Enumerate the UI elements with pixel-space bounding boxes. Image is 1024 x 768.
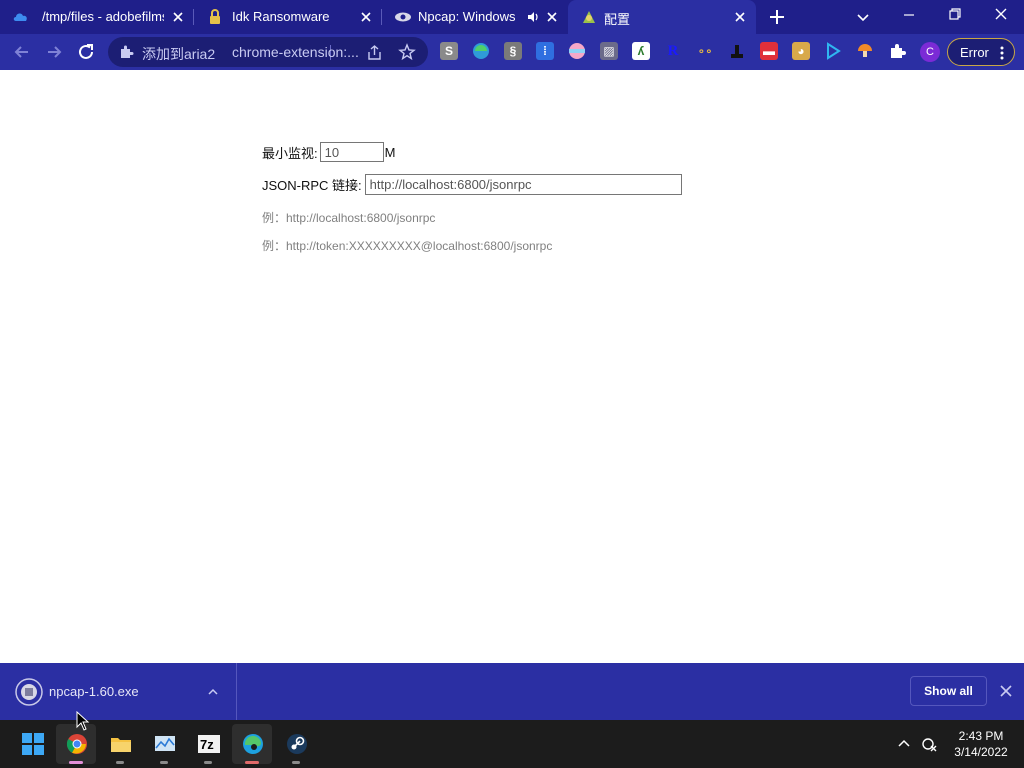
file-explorer-icon bbox=[111, 738, 131, 752]
download-item[interactable]: npcap-1.60.exe bbox=[0, 663, 237, 720]
windows-start-icon bbox=[22, 733, 44, 755]
tab-title: /tmp/files - adobefilms bbox=[42, 9, 164, 24]
puzzle-icon[interactable] bbox=[888, 42, 906, 60]
kebab-menu-icon bbox=[1000, 46, 1004, 60]
min-monitor-unit: M bbox=[384, 144, 396, 160]
profile-avatar[interactable]: C bbox=[920, 42, 940, 62]
back-arrow-icon[interactable] bbox=[9, 39, 35, 65]
eye-icon bbox=[395, 12, 411, 22]
rpc-url-input[interactable] bbox=[364, 174, 682, 195]
rpc-label: JSON-RPC 链接: bbox=[262, 178, 362, 193]
download-shelf: npcap-1.60.exe Show all bbox=[0, 663, 1024, 720]
chevron-up-icon[interactable] bbox=[896, 736, 912, 752]
dog-extension-icon[interactable]: ◕ bbox=[792, 42, 810, 60]
r-extension-icon[interactable]: R bbox=[664, 42, 682, 60]
installer-file-icon bbox=[15, 678, 43, 706]
steam-icon bbox=[287, 734, 307, 754]
7zip-icon: 7z bbox=[198, 735, 220, 753]
tab-title: Npcap: Windows P bbox=[418, 9, 518, 24]
chevron-down-icon[interactable] bbox=[852, 6, 874, 28]
forward-arrow-icon[interactable] bbox=[41, 39, 67, 65]
close-tab-icon[interactable] bbox=[170, 9, 186, 25]
mushroom-extension-icon[interactable] bbox=[856, 42, 874, 60]
taskbar-7zip[interactable]: 7z bbox=[188, 724, 228, 764]
clock-date: 3/14/2022 bbox=[954, 745, 1008, 759]
taskbar-edge[interactable] bbox=[232, 724, 272, 764]
link-extension-icon[interactable]: ∘∘ bbox=[696, 42, 714, 60]
min-monitor-row: 最小监视: M bbox=[262, 142, 395, 162]
chevron-up-icon[interactable] bbox=[206, 685, 220, 699]
rpc-example-2: 例：http://token:XXXXXXXXX@localhost:6800/… bbox=[262, 239, 553, 253]
min-monitor-label: 最小监视: bbox=[262, 145, 318, 161]
error-label: Error bbox=[960, 45, 989, 60]
speaker-icon[interactable] bbox=[526, 10, 540, 24]
apps-extension-icon[interactable]: ⁞ bbox=[536, 42, 554, 60]
lock-icon bbox=[210, 9, 220, 24]
running-indicator bbox=[116, 761, 124, 764]
tab-title: Idk Ransomware bbox=[232, 9, 330, 24]
tab-strip: /tmp/files - adobefilms Idk Ransomware N… bbox=[0, 0, 1024, 34]
lambda-extension-icon[interactable]: ʎ bbox=[632, 42, 650, 60]
running-indicator bbox=[69, 761, 83, 764]
page-content: 最小监视: M JSON-RPC 链接: 例：http://localhost:… bbox=[0, 70, 1024, 663]
running-indicator bbox=[160, 761, 168, 764]
address-url[interactable]: chrome-extension:... bbox=[232, 44, 359, 60]
tab-title: 配置 bbox=[604, 12, 631, 27]
restore-icon[interactable] bbox=[932, 0, 978, 30]
mouse-cursor-icon bbox=[76, 711, 90, 731]
running-indicator bbox=[245, 761, 259, 764]
close-tab-icon[interactable] bbox=[544, 9, 560, 25]
error-button[interactable]: Error bbox=[947, 38, 1015, 66]
flag-extension-icon[interactable] bbox=[568, 42, 586, 60]
rpc-row: JSON-RPC 链接: bbox=[262, 174, 682, 195]
chrome-icon bbox=[66, 734, 87, 754]
media-extension-icon[interactable]: ▬ bbox=[760, 42, 778, 60]
close-shelf-icon[interactable] bbox=[998, 683, 1014, 699]
stamp-extension-icon[interactable] bbox=[728, 42, 746, 60]
rpc-example-1: 例：http://localhost:6800/jsonrpc bbox=[262, 211, 436, 225]
aria2-icon bbox=[583, 11, 595, 23]
tab-adobefilms[interactable]: /tmp/files - adobefilms bbox=[0, 0, 194, 34]
tab-idk-ransomware[interactable]: Idk Ransomware bbox=[194, 0, 382, 34]
taskbar: 7z bbox=[0, 720, 1024, 768]
play-extension-icon[interactable] bbox=[824, 42, 842, 60]
start-button[interactable] bbox=[12, 724, 52, 764]
address-bar[interactable]: 添加到aria2 chrome-extension:... bbox=[108, 37, 428, 67]
image-extension-icon[interactable]: ▨ bbox=[600, 42, 618, 60]
extension-name: 添加到aria2 bbox=[142, 46, 216, 62]
taskbar-file-explorer[interactable] bbox=[100, 724, 140, 764]
system-clock[interactable]: 2:43 PM 3/14/2022 bbox=[944, 728, 1018, 760]
network-disconnected-icon[interactable] bbox=[920, 735, 938, 753]
running-indicator bbox=[292, 761, 300, 764]
cloud-icon bbox=[13, 13, 27, 21]
taskbar-performance-monitor[interactable] bbox=[144, 724, 184, 764]
puzzle-icon bbox=[121, 45, 134, 58]
bookmark-star-icon[interactable] bbox=[398, 43, 416, 61]
download-filename: npcap-1.60.exe bbox=[49, 684, 139, 699]
s-extension-icon[interactable]: S bbox=[440, 42, 458, 60]
taskbar-steam[interactable] bbox=[276, 724, 316, 764]
close-tab-icon[interactable] bbox=[732, 9, 748, 25]
running-indicator bbox=[204, 761, 212, 764]
reload-icon[interactable] bbox=[73, 39, 99, 65]
browser-toolbar: 添加到aria2 chrome-extension:... S § ⁞ ▨ ʎ … bbox=[0, 34, 1024, 70]
close-tab-icon[interactable] bbox=[358, 9, 374, 25]
close-window-icon[interactable] bbox=[978, 0, 1024, 30]
new-tab-icon[interactable] bbox=[764, 5, 790, 29]
performance-monitor-icon bbox=[155, 736, 175, 751]
edge-extension-icon[interactable] bbox=[472, 42, 490, 60]
svg-text:7z: 7z bbox=[200, 737, 214, 752]
tab-config[interactable]: 配置 bbox=[568, 0, 756, 34]
tab-npcap[interactable]: Npcap: Windows P bbox=[382, 0, 568, 34]
show-all-button[interactable]: Show all bbox=[910, 676, 987, 706]
share-icon[interactable] bbox=[366, 44, 383, 61]
clock-time: 2:43 PM bbox=[958, 729, 1004, 743]
min-monitor-input[interactable] bbox=[319, 142, 384, 162]
edge-icon bbox=[243, 734, 263, 754]
grid-extension-icon[interactable]: § bbox=[504, 42, 522, 60]
minimize-icon[interactable] bbox=[886, 0, 932, 30]
